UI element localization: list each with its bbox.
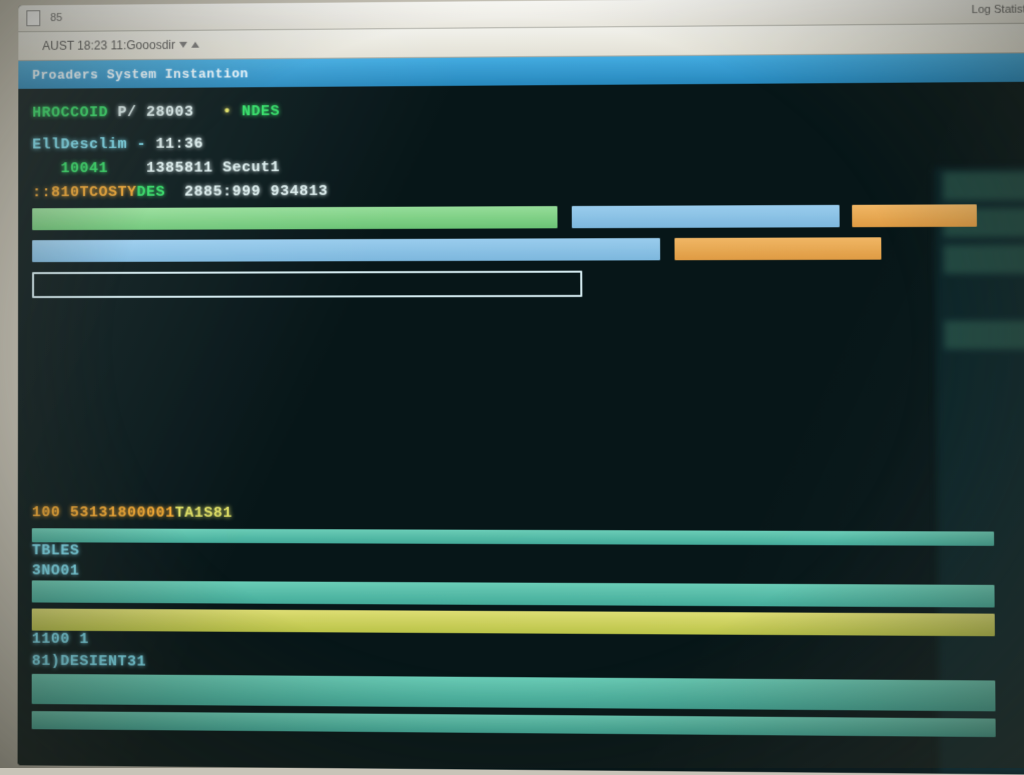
photo-vignette bbox=[0, 0, 1024, 768]
